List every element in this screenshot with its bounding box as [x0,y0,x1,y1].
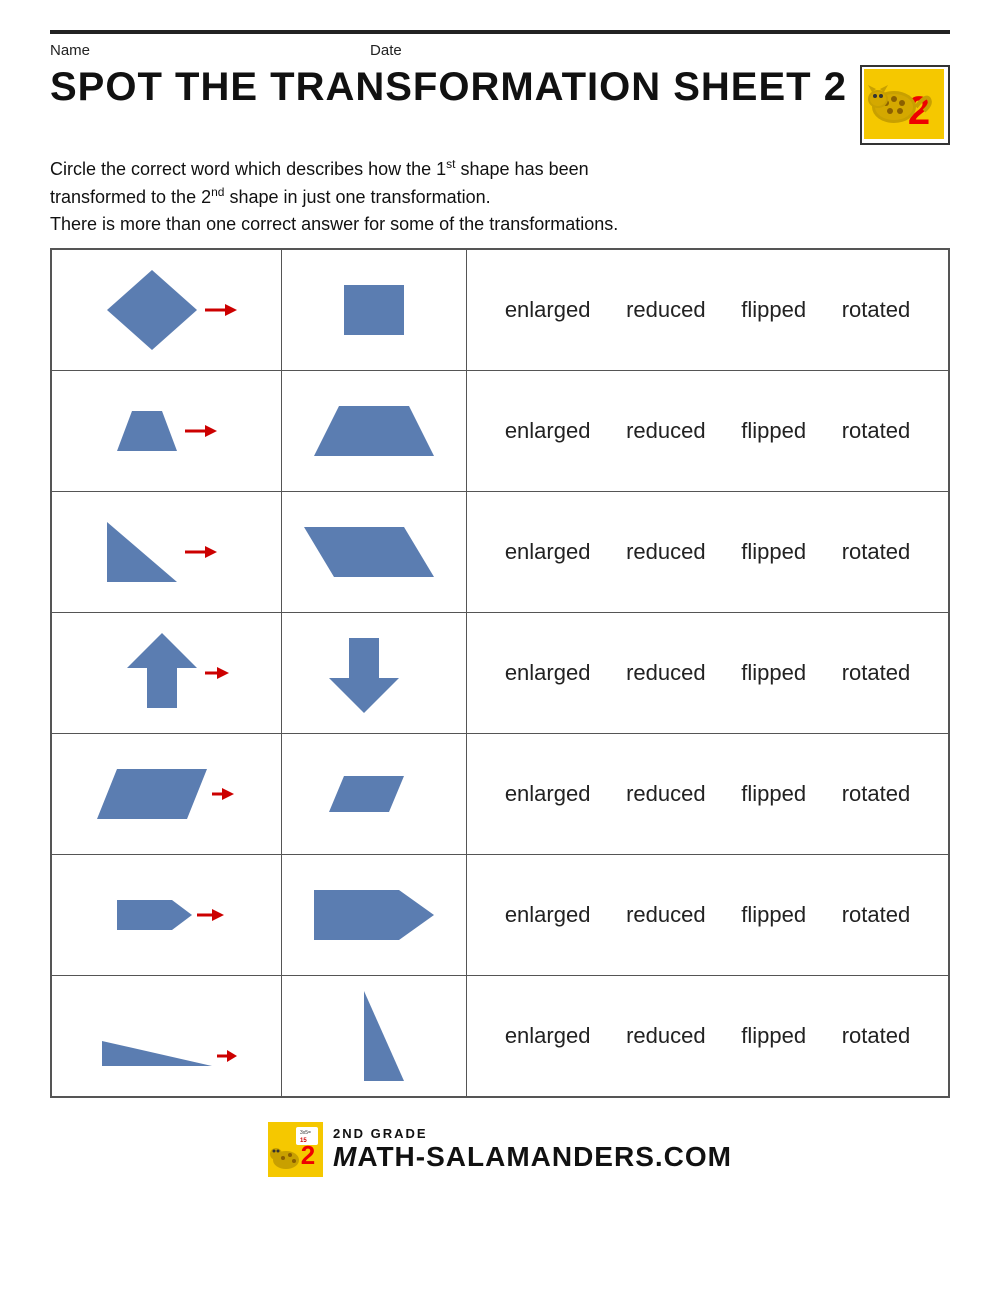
instructions: Circle the correct word which describes … [50,155,950,238]
words-cell-4: enlarged reduced flipped rotated [467,646,948,700]
word-enlarged-3[interactable]: enlarged [497,535,599,569]
word-flipped-3[interactable]: flipped [733,535,814,569]
word-flipped-1[interactable]: flipped [733,293,814,327]
shape-right-1 [282,250,467,370]
word-enlarged-5[interactable]: enlarged [497,777,599,811]
footer-grade: 2ND GRADE [333,1126,428,1141]
shape-right-4 [282,613,467,733]
word-flipped-6[interactable]: flipped [733,898,814,932]
table-row: enlarged reduced flipped rotated [52,371,948,492]
words-cell-6: enlarged reduced flipped rotated [467,888,948,942]
table-row: enlarged reduced flipped rotated [52,250,948,371]
title-row: SPOT THE TRANSFORMATION SHEET 2 2 [50,65,950,145]
words-cell-3: enlarged reduced flipped rotated [467,525,948,579]
name-date-row: Name Date [50,42,950,59]
shape-left-4 [52,613,282,733]
shape-right-2 [282,371,467,491]
word-enlarged-4[interactable]: enlarged [497,656,599,690]
word-reduced-1[interactable]: reduced [618,293,714,327]
word-rotated-4[interactable]: rotated [834,656,919,690]
table-row: enlarged reduced flipped rotated [52,855,948,976]
word-rotated-5[interactable]: rotated [834,777,919,811]
shape-right-5 [282,734,467,854]
shape-left-2 [52,371,282,491]
shape-right-3 [282,492,467,612]
shape-left-5 [52,734,282,854]
word-enlarged-6[interactable]: enlarged [497,898,599,932]
name-label: Name [50,42,90,59]
word-reduced-6[interactable]: reduced [618,898,714,932]
word-rotated-2[interactable]: rotated [834,414,919,448]
svg-text:3x5=: 3x5= [300,1130,311,1136]
word-flipped-2[interactable]: flipped [733,414,814,448]
word-rotated-1[interactable]: rotated [834,293,919,327]
top-border [50,30,950,34]
date-label: Date [370,42,402,59]
word-reduced-7[interactable]: reduced [618,1019,714,1053]
footer: 2 3x5= 15 2ND GRADE MATH-SA [50,1122,950,1177]
word-reduced-5[interactable]: reduced [618,777,714,811]
words-cell-1: enlarged reduced flipped rotated [467,283,948,337]
word-flipped-4[interactable]: flipped [733,656,814,690]
shape-left-6 [52,855,282,975]
table-row: enlarged reduced flipped rotated [52,492,948,613]
word-reduced-3[interactable]: reduced [618,535,714,569]
words-cell-5: enlarged reduced flipped rotated [467,767,948,821]
word-flipped-7[interactable]: flipped [733,1019,814,1053]
word-reduced-4[interactable]: reduced [618,656,714,690]
logo-inner: 2 [864,69,946,141]
transformation-table: enlarged reduced flipped rotated [50,248,950,1098]
shape-left-1 [52,250,282,370]
shape-left-3 [52,492,282,612]
word-enlarged-7[interactable]: enlarged [497,1019,599,1053]
footer-brand: MATH-SALAMANDERS.COM [333,1141,732,1173]
word-flipped-5[interactable]: flipped [733,777,814,811]
words-cell-2: enlarged reduced flipped rotated [467,404,948,458]
shape-right-7 [282,976,467,1096]
shape-left-7 [52,976,282,1096]
word-enlarged-1[interactable]: enlarged [497,293,599,327]
word-rotated-3[interactable]: rotated [834,535,919,569]
word-rotated-7[interactable]: rotated [834,1019,919,1053]
word-reduced-2[interactable]: reduced [618,414,714,448]
logo-box: 2 [860,65,950,145]
words-cell-7: enlarged reduced flipped rotated [467,1009,948,1063]
shape-right-6 [282,855,467,975]
page-title: SPOT THE TRANSFORMATION SHEET 2 [50,65,847,110]
table-row: enlarged reduced flipped rotated [52,613,948,734]
word-enlarged-2[interactable]: enlarged [497,414,599,448]
table-row: enlarged reduced flipped rotated [52,734,948,855]
table-row: enlarged reduced flipped rotated [52,976,948,1096]
footer-logo: 2 3x5= 15 [268,1122,323,1177]
svg-text:15: 15 [300,1138,307,1144]
word-rotated-6[interactable]: rotated [834,898,919,932]
page: Name Date SPOT THE TRANSFORMATION SHEET … [0,0,1000,1294]
